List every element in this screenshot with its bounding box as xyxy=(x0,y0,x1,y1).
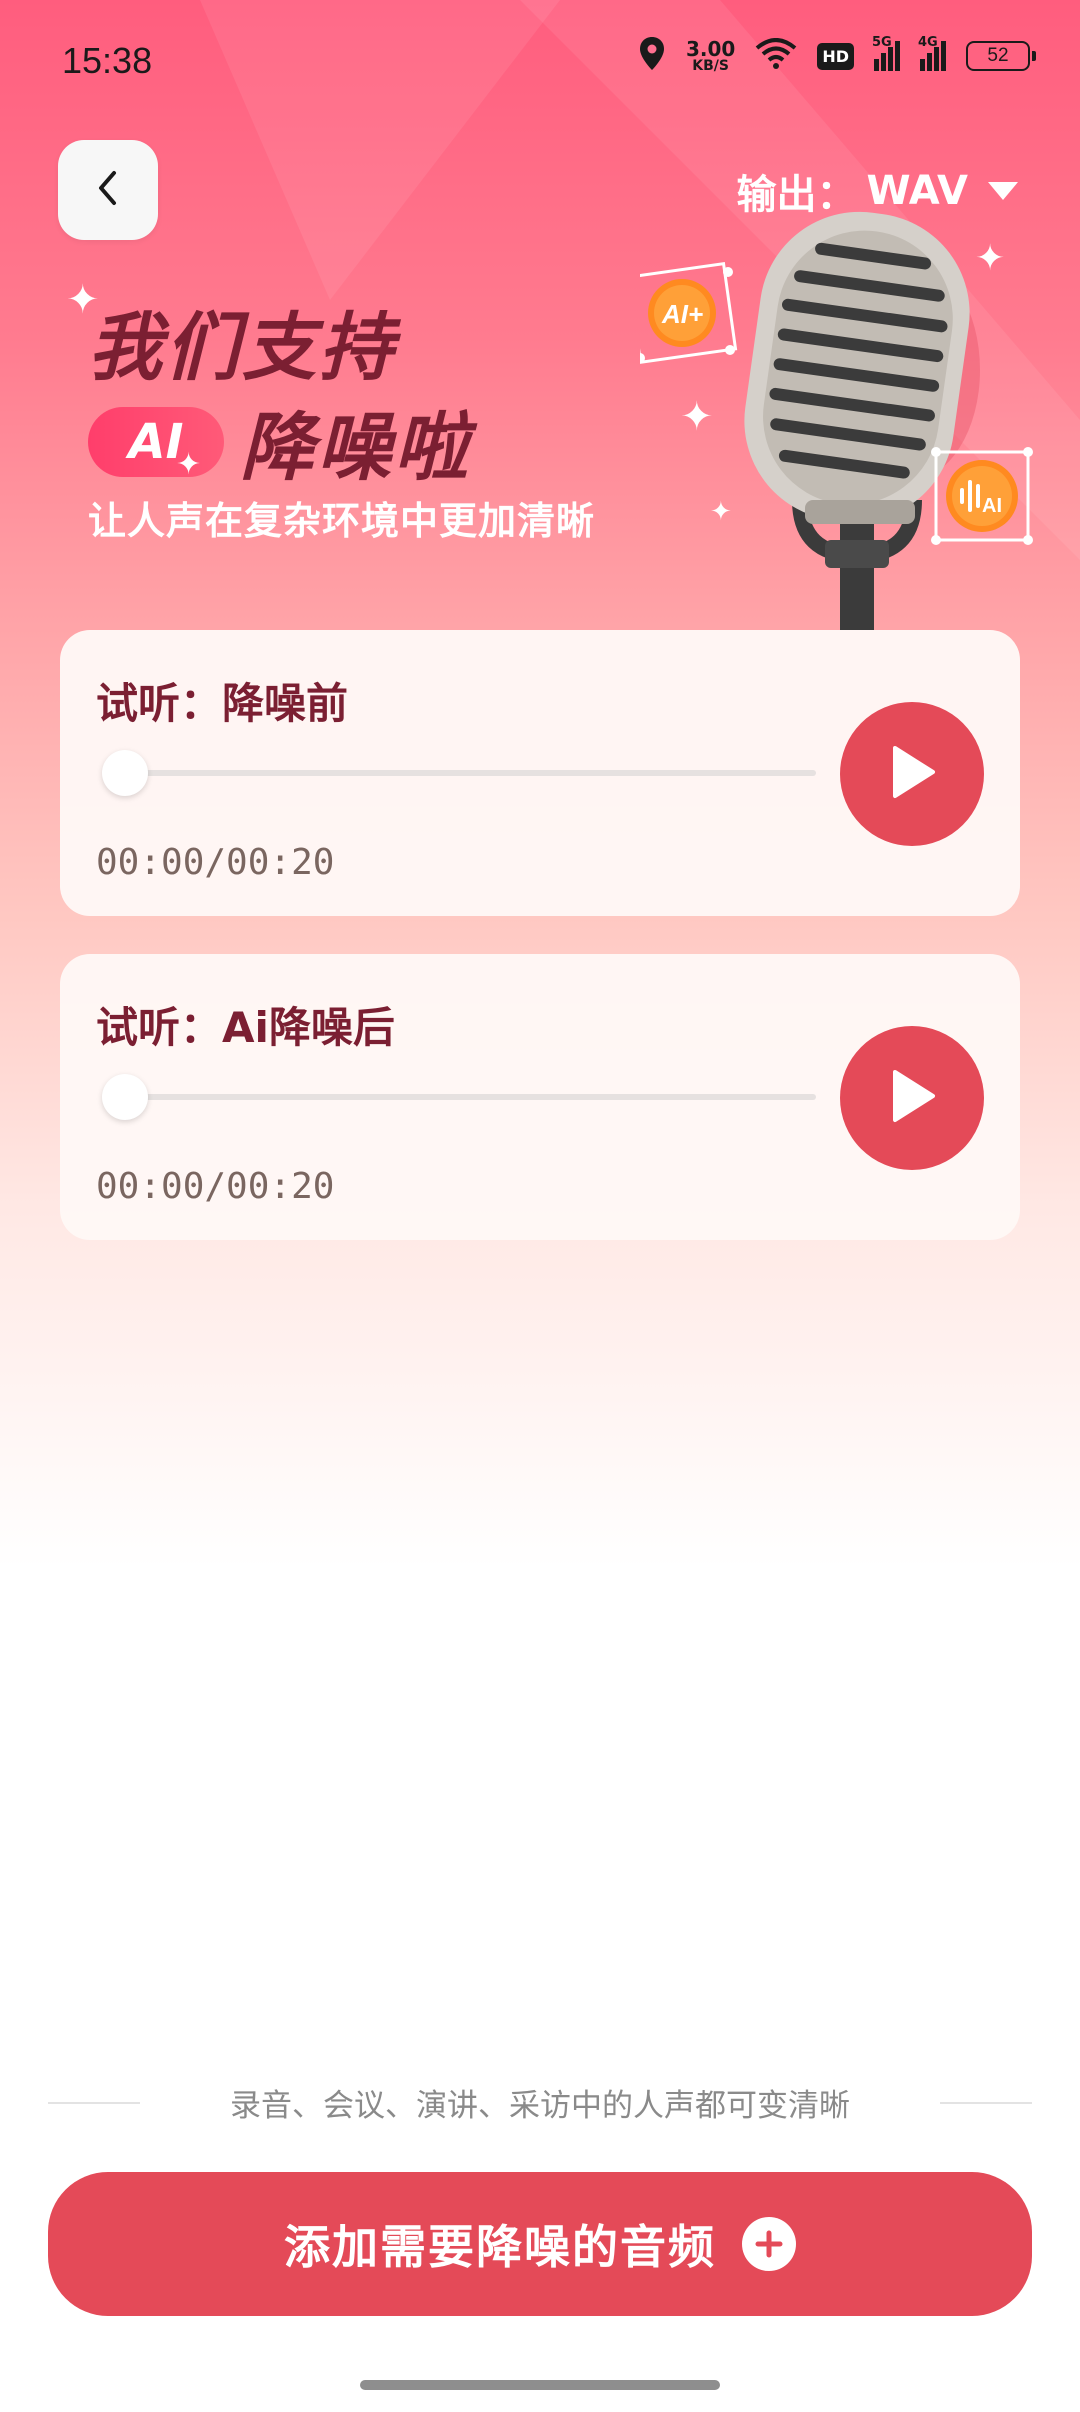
hero-title-suffix: 降噪啦 xyxy=(240,405,471,491)
battery-icon: 52 xyxy=(966,41,1036,71)
card-title: 试听：Ai降噪后 xyxy=(96,1003,395,1052)
ai-badge: AI xyxy=(88,406,224,477)
playback-time: 00:00/00:20 xyxy=(96,842,335,883)
svg-text:✦: ✦ xyxy=(680,394,714,440)
svg-text:✦: ✦ xyxy=(710,497,732,527)
caret-down-icon xyxy=(988,182,1018,200)
play-icon xyxy=(887,1068,937,1128)
playback-time: 00:00/00:20 xyxy=(96,1166,335,1207)
ai-plus-badge-icon: AI+ xyxy=(640,262,738,364)
progress-thumb[interactable] xyxy=(102,1074,148,1120)
card-title: 试听：降噪前 xyxy=(96,679,349,728)
tip-row: 录音、会议、演讲、采访中的人声都可变清晰 xyxy=(48,2080,1032,2125)
tip-text: 录音、会议、演讲、采访中的人声都可变清晰 xyxy=(230,2088,850,2124)
signal-icon: 5G xyxy=(872,35,900,71)
net-speed-value: 3.00 xyxy=(685,37,736,61)
status-bar: 15:38 3.00 KB/S HD 5G 4G 52 xyxy=(0,0,1080,125)
back-button[interactable] xyxy=(58,140,158,240)
divider xyxy=(940,2101,1032,2104)
net-speed: 3.00 KB/S xyxy=(686,39,735,73)
home-indicator[interactable] xyxy=(360,2380,720,2390)
svg-text:✦: ✦ xyxy=(975,238,1005,279)
hero-subtitle: 让人声在复杂环境中更加清晰 xyxy=(88,499,596,543)
play-button[interactable] xyxy=(840,702,984,846)
add-audio-button[interactable]: 添加需要降噪的音频 xyxy=(48,2172,1032,2316)
divider xyxy=(48,2101,140,2104)
hero-title-line1: 我们支持 xyxy=(88,305,396,391)
wifi-icon xyxy=(755,38,797,74)
play-icon xyxy=(887,744,937,804)
sim2-network-label: 4G xyxy=(918,35,938,50)
play-button[interactable] xyxy=(840,1026,984,1170)
status-time: 15:38 xyxy=(62,40,153,81)
progress-track[interactable] xyxy=(126,770,816,776)
sim1-network-label: 5G xyxy=(872,35,892,50)
chevron-left-icon xyxy=(93,168,123,212)
signal-icon: 4G xyxy=(918,35,946,71)
hero-title-line2: AI 降噪啦 xyxy=(88,388,471,495)
progress-thumb[interactable] xyxy=(102,750,148,796)
hd-badge: HD xyxy=(817,42,854,70)
preview-card-before: 试听：降噪前 00:00/00:20 xyxy=(60,630,1020,916)
microphone-illustration: ✦ ✦ ✦ AI+ AI xyxy=(640,211,1033,630)
svg-text:AI: AI xyxy=(982,495,1002,517)
sparkle-icon: ✦ xyxy=(176,447,202,482)
status-icons: 3.00 KB/S HD 5G 4G 52 xyxy=(638,35,1036,76)
plus-circle-icon xyxy=(742,2217,796,2271)
add-audio-button-label: 添加需要降噪的音频 xyxy=(284,2220,716,2274)
progress-track[interactable] xyxy=(126,1094,816,1100)
preview-card-after: 试听：Ai降噪后 00:00/00:20 xyxy=(60,954,1020,1240)
net-speed-unit: KB/S xyxy=(692,58,729,74)
location-icon xyxy=(638,36,666,76)
battery-level: 52 xyxy=(987,45,1009,66)
svg-text:AI+: AI+ xyxy=(661,299,703,329)
